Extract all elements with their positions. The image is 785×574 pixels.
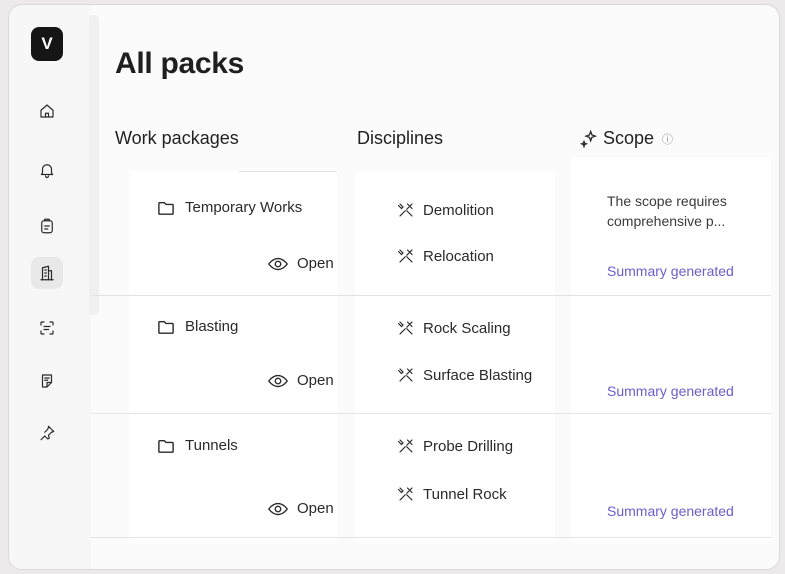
discipline-tag[interactable]: Tunnel Rock (397, 485, 507, 503)
discipline-tag[interactable]: Probe Drilling (397, 437, 513, 455)
scope-summary-text: The scope requires comprehensive p... (607, 193, 727, 229)
pin-icon (40, 425, 55, 441)
discipline-label: Surface Blasting (423, 366, 533, 384)
nav-pinned[interactable] (31, 417, 63, 449)
tools-icon (397, 368, 413, 382)
nav-home[interactable] (31, 95, 63, 127)
package-temporary-works[interactable]: Temporary Works (157, 199, 302, 216)
nav-scan[interactable] (31, 312, 63, 344)
package-name: Tunnels (185, 437, 238, 454)
open-label: Open (297, 372, 334, 389)
scan-text-icon (40, 321, 54, 335)
discipline-label: Demolition (423, 201, 494, 219)
discipline-tag[interactable]: Surface Blasting (397, 366, 532, 384)
summary-generated-link[interactable]: Summary generated (607, 263, 767, 279)
nav-packs[interactable] (31, 257, 63, 289)
scope-header-label: Scope (603, 128, 655, 148)
eye-icon (268, 502, 288, 515)
discipline-label: Probe Drilling (423, 437, 514, 455)
package-tunnels[interactable]: Tunnels (157, 437, 238, 454)
column-header-disciplines: Disciplines (357, 128, 444, 148)
discipline-label: Relocation (423, 247, 494, 265)
bell-icon (40, 164, 54, 179)
open-button[interactable]: Open (267, 372, 334, 389)
page-title: All packs (115, 47, 245, 80)
logo-letter: V (41, 34, 53, 53)
package-name: Blasting (185, 318, 239, 335)
discipline-label: Rock Scaling (423, 319, 511, 337)
tools-icon (397, 249, 413, 263)
open-button[interactable]: Open (267, 255, 334, 272)
sparkle-icon (579, 129, 598, 149)
app-window: V All packs Work packages Disciplines Sc… (8, 4, 780, 570)
tools-icon (397, 439, 413, 453)
info-icon[interactable]: ⓘ (662, 131, 673, 147)
discipline-tag[interactable]: Demolition (397, 201, 494, 219)
folder-icon (158, 320, 174, 334)
discipline-label: Tunnel Rock (423, 485, 507, 503)
discipline-tag[interactable]: Relocation (397, 247, 494, 265)
work-packages-panel (129, 171, 337, 541)
row-divider (91, 537, 771, 538)
open-label: Open (297, 255, 334, 272)
divider (239, 171, 337, 172)
home-icon (40, 104, 54, 118)
summary-generated-link[interactable]: Summary generated (607, 503, 767, 519)
tools-icon (397, 203, 413, 217)
summary-generated-link[interactable]: Summary generated (607, 383, 767, 399)
clipboard-icon (41, 218, 53, 234)
nav-tasks[interactable] (31, 210, 63, 242)
folder-icon (158, 201, 174, 215)
column-header-work-packages: Work packages (115, 128, 239, 148)
workspace-logo[interactable]: V (31, 27, 63, 61)
package-blasting[interactable]: Blasting (157, 318, 238, 335)
package-name: Temporary Works (185, 199, 303, 216)
folder-icon (158, 439, 174, 453)
notes-icon (41, 374, 53, 388)
row-divider (91, 413, 771, 414)
main-content: All packs Work packages Disciplines Scop… (91, 5, 779, 569)
eye-icon (268, 257, 288, 270)
tools-icon (397, 487, 413, 501)
discipline-tag[interactable]: Rock Scaling (397, 319, 511, 337)
nav-notes[interactable] (31, 365, 63, 397)
eye-icon (268, 374, 288, 387)
building-icon (40, 265, 54, 281)
sidebar: V (9, 5, 91, 569)
column-header-scope: Scope ⓘ (579, 128, 673, 149)
tools-icon (397, 321, 413, 335)
nav-notifications[interactable] (31, 154, 63, 186)
open-label: Open (297, 500, 334, 517)
row-divider (91, 295, 771, 296)
open-button[interactable]: Open (267, 500, 334, 517)
